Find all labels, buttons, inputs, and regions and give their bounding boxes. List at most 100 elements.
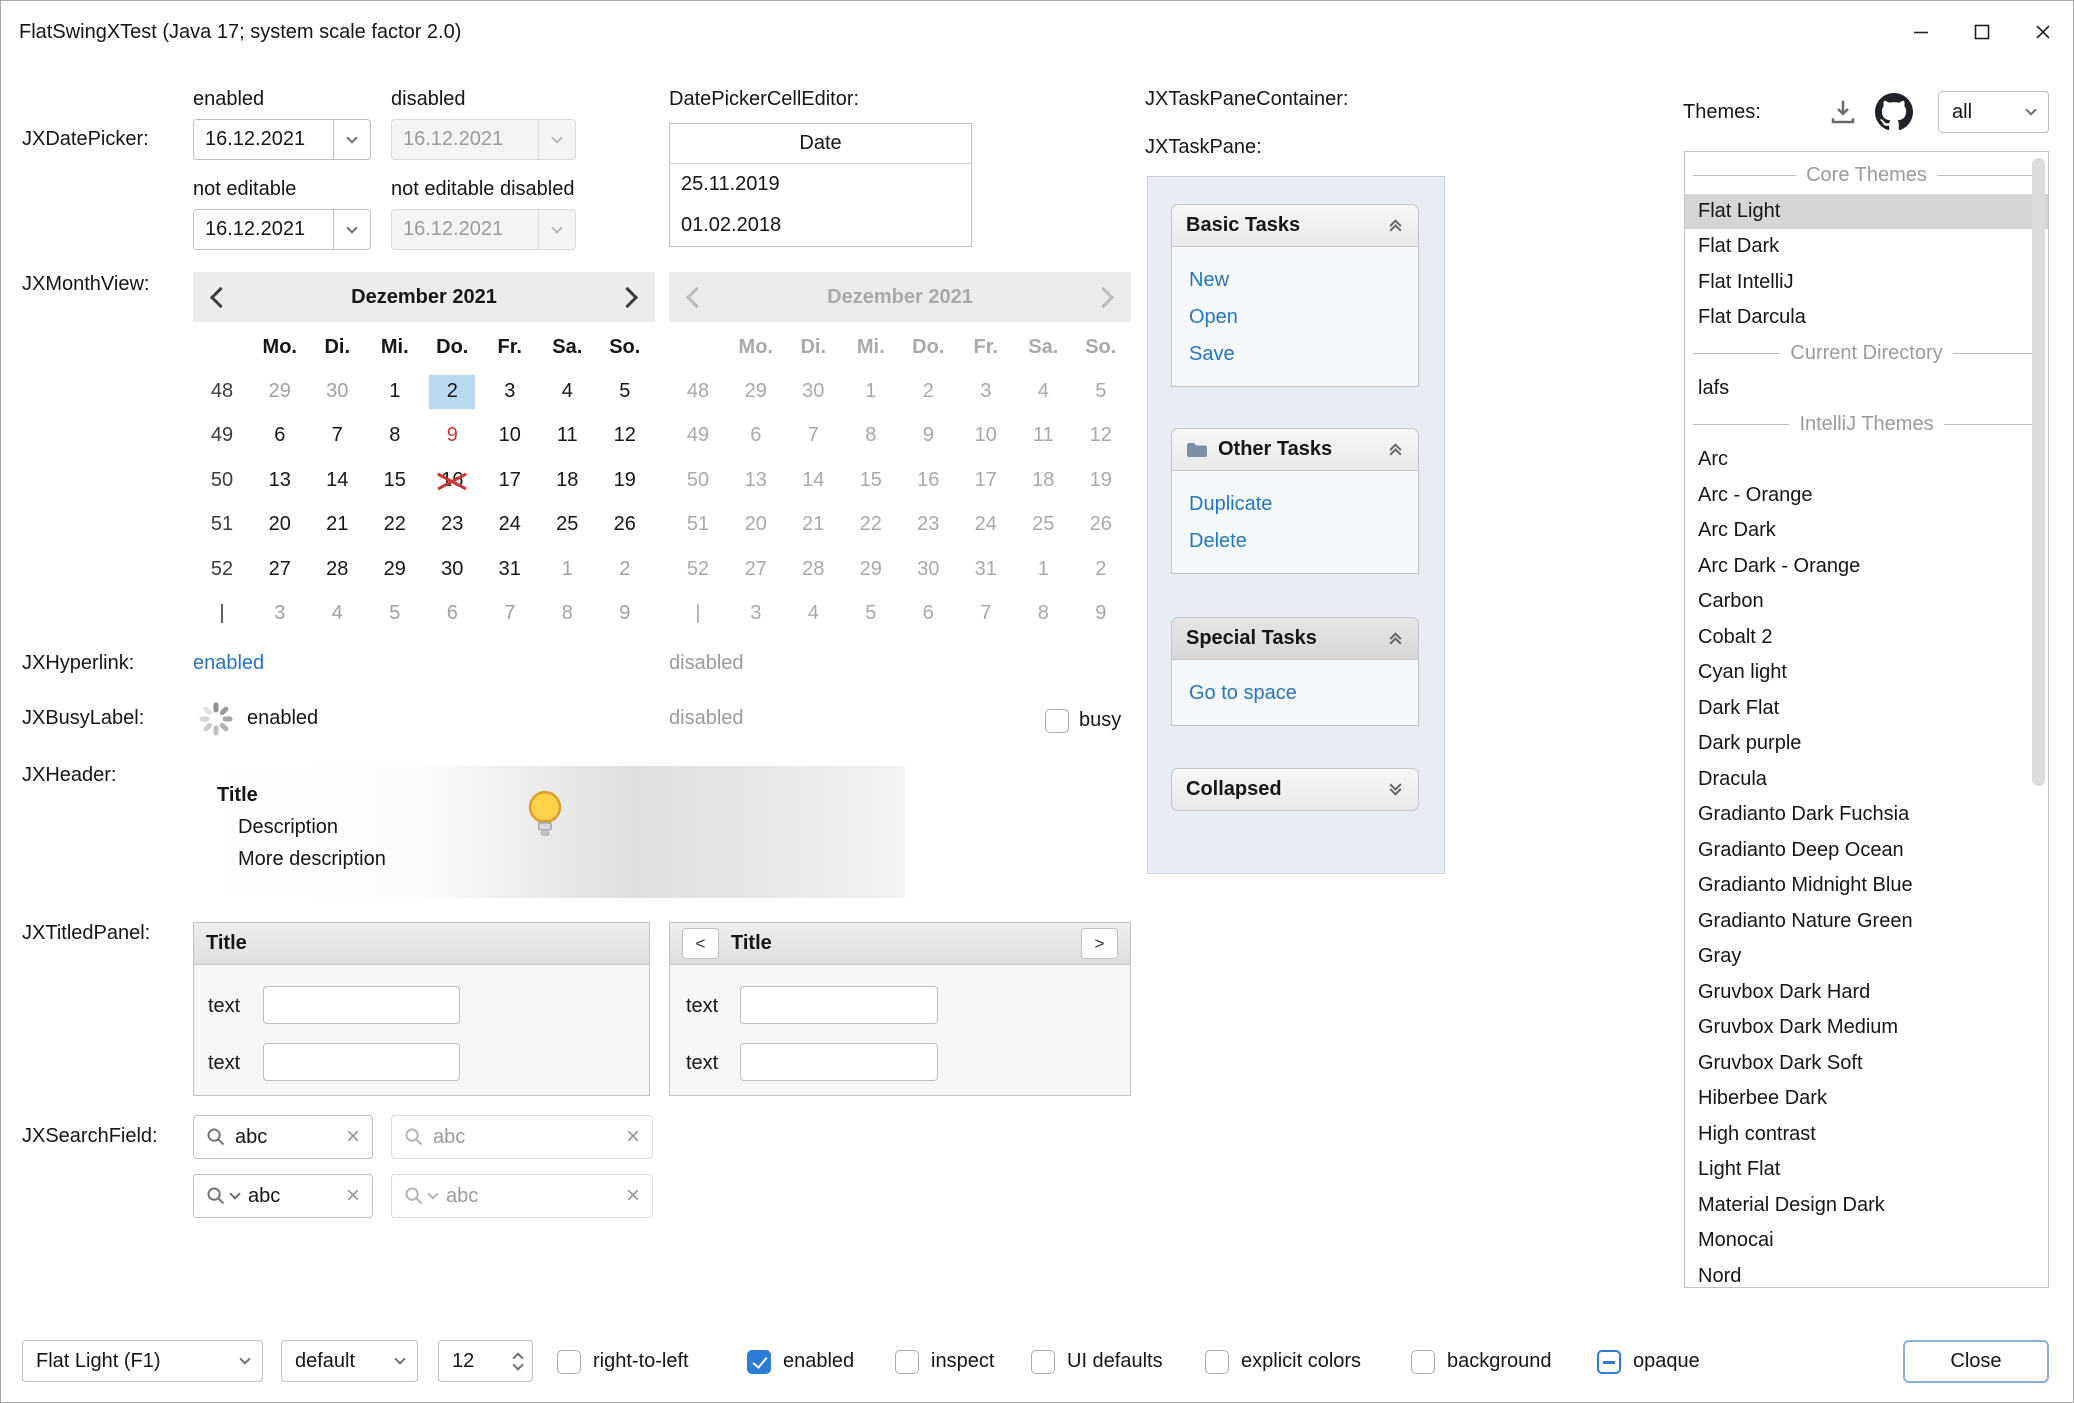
background-label[interactable]: background bbox=[1447, 1350, 1552, 1373]
calendar-day[interactable]: 5 bbox=[366, 591, 424, 635]
datepicker-value[interactable]: 16.12.2021 bbox=[194, 120, 333, 159]
close-button[interactable]: Close bbox=[1903, 1340, 2049, 1383]
theme-filter-combo[interactable]: all bbox=[1938, 91, 2049, 133]
theme-item[interactable]: Flat Darcula bbox=[1685, 300, 2048, 336]
calendar-day[interactable]: 8 bbox=[366, 414, 424, 458]
calendar-day[interactable]: 24 bbox=[481, 503, 539, 547]
monthview-enabled[interactable]: Dezember 2021 Mo.Di.Mi.Do.Fr.Sa.So.48293… bbox=[193, 272, 655, 636]
collapse-chevron-icon[interactable] bbox=[1387, 441, 1404, 458]
calendar-day[interactable]: 18 bbox=[539, 458, 597, 502]
collapse-chevron-icon[interactable] bbox=[1387, 630, 1404, 647]
theme-item[interactable]: Cobalt 2 bbox=[1685, 620, 2048, 656]
theme-item[interactable]: Arc Dark bbox=[1685, 513, 2048, 549]
download-icon[interactable] bbox=[1828, 97, 1858, 133]
taskpane-header[interactable]: Basic Tasks bbox=[1171, 204, 1419, 247]
expand-chevron-icon[interactable] bbox=[1387, 781, 1404, 798]
table-row[interactable]: 25.11.2019 bbox=[670, 164, 971, 205]
text-field[interactable] bbox=[740, 986, 938, 1024]
taskpane-link[interactable]: Save bbox=[1189, 336, 1418, 373]
table-row[interactable]: 01.02.2018 bbox=[670, 205, 971, 246]
theme-item[interactable]: Dark purple bbox=[1685, 726, 2048, 762]
calendar-day[interactable]: 29 bbox=[366, 547, 424, 591]
cell-editor-table[interactable]: Date 25.11.201901.02.2018 bbox=[669, 123, 972, 247]
calendar-day[interactable]: 15 bbox=[366, 458, 424, 502]
calendar-day[interactable]: 10 bbox=[481, 414, 539, 458]
calendar-day[interactable]: 2 bbox=[596, 547, 654, 591]
calendar-day[interactable]: 3 bbox=[481, 369, 539, 413]
taskpane-header[interactable]: Special Tasks bbox=[1171, 617, 1419, 660]
datepicker-dropdown-button[interactable] bbox=[333, 210, 370, 249]
prev-button[interactable]: < bbox=[682, 928, 719, 959]
clear-icon[interactable]: × bbox=[346, 1125, 360, 1149]
search-text[interactable]: abc bbox=[248, 1185, 280, 1208]
calendar-day[interactable]: 7 bbox=[481, 591, 539, 635]
taskpane-link[interactable]: Duplicate bbox=[1189, 486, 1418, 523]
theme-item[interactable]: Cyan light bbox=[1685, 655, 2048, 691]
calendar-day[interactable]: 16 bbox=[424, 458, 482, 502]
close-window-button[interactable] bbox=[2012, 1, 2073, 63]
laf-combo[interactable]: Flat Light (F1) bbox=[22, 1340, 263, 1382]
taskpane-header[interactable]: Collapsed bbox=[1171, 768, 1419, 811]
busy-checkbox[interactable] bbox=[1045, 709, 1069, 733]
calendar-day[interactable]: 9 bbox=[596, 591, 654, 635]
explicit-colors-label[interactable]: explicit colors bbox=[1241, 1350, 1361, 1373]
calendar-day[interactable]: 12 bbox=[596, 414, 654, 458]
calendar-day[interactable]: 4 bbox=[539, 369, 597, 413]
calendar-day[interactable]: 21 bbox=[309, 503, 367, 547]
right-to-left-label[interactable]: right-to-left bbox=[593, 1350, 689, 1373]
calendar-day[interactable]: 4 bbox=[309, 591, 367, 635]
maximize-button[interactable] bbox=[1951, 1, 2012, 63]
theme-item[interactable]: Arc Dark - Orange bbox=[1685, 549, 2048, 585]
calendar-day[interactable]: 7 bbox=[309, 414, 367, 458]
calendar-day[interactable]: 13 bbox=[251, 458, 309, 502]
table-header[interactable]: Date bbox=[670, 124, 971, 164]
theme-item[interactable]: High contrast bbox=[1685, 1117, 2048, 1153]
searchfield-menu-enabled[interactable]: abc × bbox=[193, 1174, 373, 1218]
calendar-day[interactable]: 19 bbox=[596, 458, 654, 502]
enabled-label[interactable]: enabled bbox=[783, 1350, 854, 1373]
theme-item[interactable]: Flat Light bbox=[1685, 194, 2048, 230]
ui-defaults-checkbox[interactable] bbox=[1031, 1350, 1055, 1374]
taskpane-header[interactable]: Other Tasks bbox=[1171, 428, 1419, 471]
font-size-spinner[interactable]: 12 bbox=[438, 1340, 533, 1382]
font-combo[interactable]: default bbox=[281, 1340, 418, 1382]
theme-item[interactable]: Gruvbox Dark Medium bbox=[1685, 1010, 2048, 1046]
calendar-day[interactable]: 2 bbox=[424, 369, 482, 413]
theme-list[interactable]: Core ThemesFlat LightFlat DarkFlat Intel… bbox=[1684, 151, 2049, 1288]
next-month-icon[interactable] bbox=[617, 286, 638, 307]
inspect-checkbox[interactable] bbox=[895, 1350, 919, 1374]
calendar-day[interactable]: 30 bbox=[424, 547, 482, 591]
calendar-day[interactable]: 27 bbox=[251, 547, 309, 591]
theme-item[interactable]: Gray bbox=[1685, 939, 2048, 975]
scrollbar-thumb[interactable] bbox=[2032, 158, 2045, 786]
theme-item[interactable]: Monocai bbox=[1685, 1223, 2048, 1259]
explicit-colors-checkbox[interactable] bbox=[1205, 1350, 1229, 1374]
theme-item[interactable]: Carbon bbox=[1685, 584, 2048, 620]
taskpane-link[interactable]: New bbox=[1189, 262, 1418, 299]
calendar-day[interactable]: 30 bbox=[309, 369, 367, 413]
datepicker-not-editable[interactable]: 16.12.2021 bbox=[193, 209, 371, 250]
calendar-day[interactable]: 8 bbox=[539, 591, 597, 635]
calendar-day[interactable]: 5 bbox=[596, 369, 654, 413]
calendar-day[interactable]: 26 bbox=[596, 503, 654, 547]
theme-item[interactable]: Gruvbox Dark Soft bbox=[1685, 1046, 2048, 1082]
calendar-day[interactable]: 23 bbox=[424, 503, 482, 547]
taskpane-link[interactable]: Open bbox=[1189, 299, 1418, 336]
search-text[interactable]: abc bbox=[235, 1126, 267, 1149]
next-button[interactable]: > bbox=[1081, 928, 1118, 959]
theme-item[interactable]: Gradianto Deep Ocean bbox=[1685, 833, 2048, 869]
github-icon[interactable] bbox=[1875, 93, 1913, 137]
taskpane-link[interactable]: Delete bbox=[1189, 523, 1418, 560]
ui-defaults-label[interactable]: UI defaults bbox=[1067, 1350, 1163, 1373]
right-to-left-checkbox[interactable] bbox=[557, 1350, 581, 1374]
datepicker-dropdown-button[interactable] bbox=[333, 120, 370, 159]
calendar-day[interactable]: 22 bbox=[366, 503, 424, 547]
calendar-day[interactable]: 1 bbox=[366, 369, 424, 413]
collapse-chevron-icon[interactable] bbox=[1387, 217, 1404, 234]
theme-item[interactable]: Hiberbee Dark bbox=[1685, 1081, 2048, 1117]
text-field[interactable] bbox=[263, 986, 460, 1024]
spinner-value[interactable]: 12 bbox=[452, 1350, 474, 1373]
search-menu-caret-icon[interactable] bbox=[229, 1188, 240, 1199]
theme-item[interactable]: Gradianto Nature Green bbox=[1685, 904, 2048, 940]
calendar-day[interactable]: 6 bbox=[424, 591, 482, 635]
